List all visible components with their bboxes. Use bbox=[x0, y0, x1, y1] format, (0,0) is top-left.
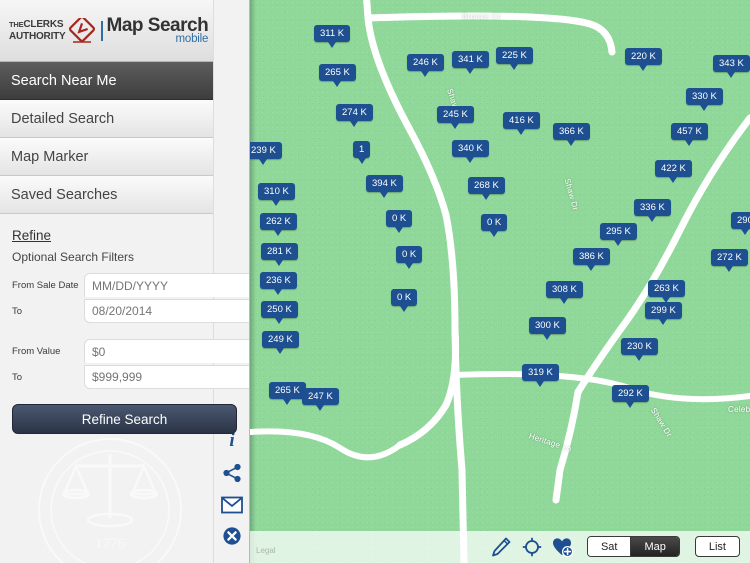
map-marker[interactable]: 265 K bbox=[319, 64, 356, 87]
map-marker[interactable]: 225 K bbox=[496, 47, 533, 70]
road-label-celebration-ln-1: Celebration Ln bbox=[728, 405, 750, 414]
logo-the: THE bbox=[9, 19, 24, 29]
from-sale-date-input[interactable] bbox=[84, 273, 249, 297]
map-marker[interactable]: 311 K bbox=[314, 25, 351, 48]
from-value-label: From Value bbox=[12, 345, 61, 357]
map-marker[interactable]: 265 K bbox=[269, 382, 306, 405]
map-marker[interactable]: 246 K bbox=[407, 54, 444, 77]
diamond-logo-icon bbox=[68, 15, 95, 44]
email-icon[interactable] bbox=[220, 494, 243, 516]
map-marker[interactable]: 239 K bbox=[250, 142, 282, 165]
pencil-icon[interactable] bbox=[490, 536, 512, 558]
map-marker[interactable]: 281 K bbox=[261, 243, 298, 266]
to-value-input[interactable] bbox=[84, 365, 249, 389]
app-title-block: Map Search mobile bbox=[107, 16, 209, 46]
list-button[interactable]: List bbox=[694, 536, 740, 557]
map-marker[interactable]: 236 K bbox=[260, 272, 297, 295]
map-marker[interactable]: 268 K bbox=[468, 177, 505, 200]
sidebar-item-label: Map Marker bbox=[11, 148, 89, 165]
seal-year: 1776 bbox=[95, 536, 126, 552]
map-marker[interactable]: 386 K bbox=[573, 248, 610, 271]
sidebar-item-search-near-me[interactable]: Search Near Me bbox=[0, 62, 249, 100]
map-marker[interactable]: 249 K bbox=[262, 331, 299, 354]
locate-target-icon[interactable] bbox=[521, 536, 543, 558]
map-marker[interactable]: 299 K bbox=[645, 302, 682, 325]
map-marker[interactable]: 0 K bbox=[396, 246, 423, 269]
map-marker[interactable]: 416 K bbox=[503, 112, 540, 135]
map-marker[interactable]: 319 K bbox=[522, 364, 559, 387]
map-marker[interactable]: 330 K bbox=[686, 88, 723, 111]
map-marker[interactable]: 250 K bbox=[261, 301, 298, 324]
app-root: THECLERKS AUTHORITY Map Search mobile Se… bbox=[0, 0, 750, 563]
to-sale-date-label: To bbox=[12, 305, 23, 317]
map-marker[interactable]: 295 K bbox=[600, 223, 637, 246]
segment-sat[interactable]: Sat bbox=[587, 537, 631, 556]
refine-panel: Refine Optional Search Filters From Sale… bbox=[0, 214, 249, 434]
map-marker[interactable]: 272 K bbox=[711, 249, 748, 272]
refine-subtitle: Optional Search Filters bbox=[12, 250, 135, 264]
sidebar-item-map-marker[interactable]: Map Marker bbox=[0, 138, 249, 176]
logo-authority: AUTHORITY bbox=[9, 30, 66, 42]
add-favorite-icon[interactable] bbox=[552, 536, 574, 558]
clerks-authority-logo: THECLERKS AUTHORITY bbox=[9, 18, 66, 42]
map-type-segmented-control[interactable]: Sat Map bbox=[586, 536, 680, 557]
sidebar: THECLERKS AUTHORITY Map Search mobile Se… bbox=[0, 0, 250, 563]
to-value-row: To bbox=[12, 365, 249, 389]
map-marker[interactable]: 245 K bbox=[437, 106, 474, 129]
map-marker[interactable]: 0 K bbox=[386, 210, 413, 233]
from-sale-date-row: From Sale Date bbox=[12, 273, 249, 297]
from-sale-date-label: From Sale Date bbox=[12, 279, 79, 291]
logo-divider bbox=[100, 20, 103, 41]
map-marker[interactable]: 274 K bbox=[336, 104, 373, 127]
refine-title: Refine bbox=[12, 228, 52, 243]
map-toolbar: Sat Map List bbox=[250, 530, 750, 563]
logo-clerks: CLERKS bbox=[23, 18, 64, 30]
clerks-authority-seal-watermark: 1776 bbox=[36, 436, 184, 563]
map-marker[interactable]: 341 K bbox=[452, 51, 489, 74]
map-canvas[interactable]: Bronze Ct Shaw Dr Shaw Dr Shaw Dr Libert… bbox=[250, 0, 750, 563]
map-marker[interactable]: 336 K bbox=[634, 199, 671, 222]
sidebar-item-saved-searches[interactable]: Saved Searches bbox=[0, 176, 249, 214]
map-marker[interactable]: 310 K bbox=[258, 183, 295, 206]
map-marker[interactable]: 230 K bbox=[621, 338, 658, 361]
close-icon[interactable] bbox=[221, 525, 243, 547]
page-title: Map Search bbox=[106, 14, 209, 36]
map-marker[interactable]: 1 bbox=[353, 141, 371, 164]
map-marker[interactable]: 292 K bbox=[612, 385, 649, 408]
map-marker[interactable]: 263 K bbox=[648, 280, 685, 303]
map-marker[interactable]: 0 K bbox=[481, 214, 508, 237]
map-marker[interactable]: 457 K bbox=[671, 123, 708, 146]
refine-search-button[interactable]: Refine Search bbox=[12, 404, 237, 434]
share-icon[interactable] bbox=[221, 462, 243, 484]
from-value-row: From Value bbox=[12, 339, 249, 363]
sidebar-item-label: Detailed Search bbox=[11, 110, 115, 127]
map-marker[interactable]: 366 K bbox=[553, 123, 590, 146]
map-marker[interactable]: 290 bbox=[731, 212, 750, 235]
from-value-input[interactable] bbox=[84, 339, 249, 363]
map-marker[interactable]: 300 K bbox=[529, 317, 566, 340]
map-marker[interactable]: 343 K bbox=[713, 55, 750, 78]
map-marker[interactable]: 0 K bbox=[391, 289, 418, 312]
map-marker[interactable]: 262 K bbox=[260, 213, 297, 236]
logo-bar: THECLERKS AUTHORITY Map Search mobile bbox=[0, 0, 249, 62]
field-group-divider bbox=[12, 325, 237, 339]
map-marker[interactable]: 394 K bbox=[366, 175, 403, 198]
sidebar-item-label: Saved Searches bbox=[11, 186, 118, 203]
map-marker[interactable]: 308 K bbox=[546, 281, 583, 304]
map-marker[interactable]: 340 K bbox=[452, 140, 489, 163]
to-sale-date-row: To bbox=[12, 299, 249, 323]
to-sale-date-input[interactable] bbox=[84, 299, 249, 323]
to-value-label: To bbox=[12, 371, 23, 383]
map-marker[interactable]: 422 K bbox=[655, 160, 692, 183]
sidebar-item-label: Search Near Me bbox=[11, 72, 117, 89]
road-label-bronze-ct: Bronze Ct bbox=[462, 12, 501, 21]
map-marker[interactable]: 247 K bbox=[302, 388, 339, 411]
sidebar-item-detailed-search[interactable]: Detailed Search bbox=[0, 100, 249, 138]
segment-map[interactable]: Map bbox=[630, 537, 679, 556]
map-marker[interactable]: 220 K bbox=[625, 48, 662, 71]
